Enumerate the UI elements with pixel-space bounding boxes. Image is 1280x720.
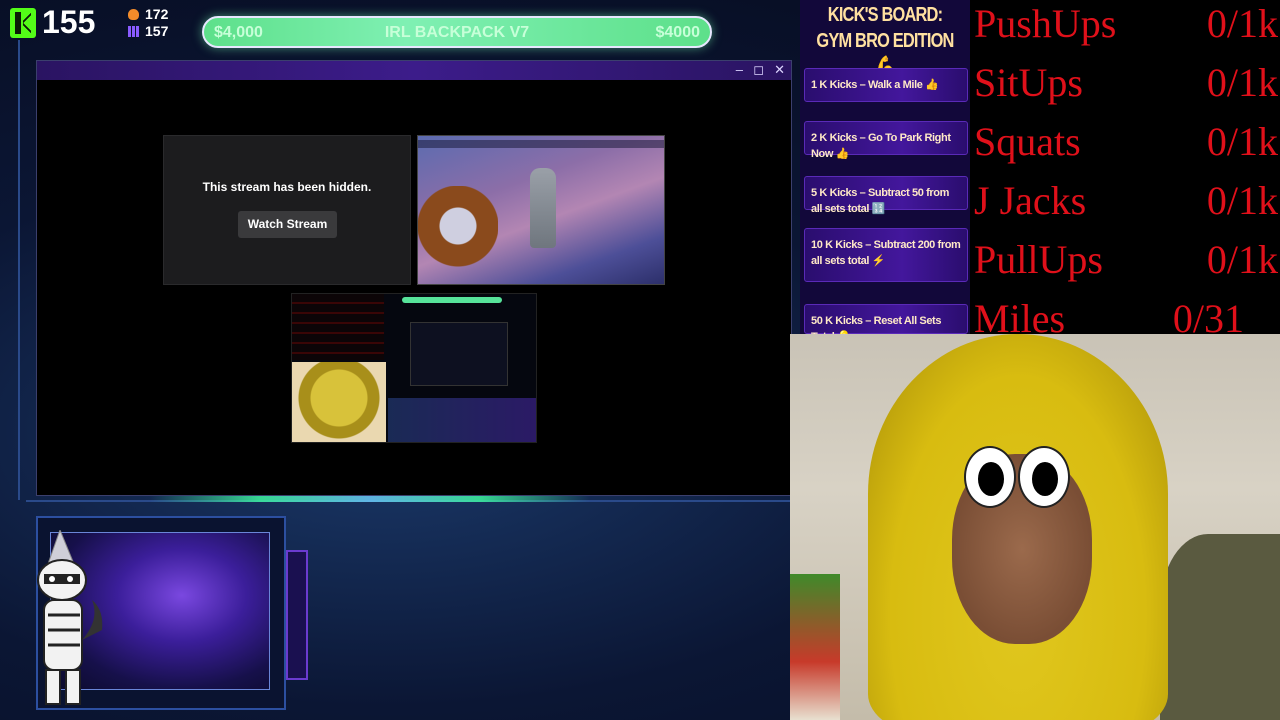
kicks-board: KICK'S BOARD: GYM BRO EDITION 💪 1 K Kick…: [800, 0, 970, 343]
vtuber-avatar-image: [418, 186, 498, 284]
tracker-row: SitUps 0/1k: [974, 59, 1278, 117]
watch-stream-button[interactable]: Watch Stream: [238, 211, 337, 238]
board-tier-1: 1 K Kicks – Walk a Mile 👍: [804, 68, 968, 102]
close-icon[interactable]: ✕: [774, 62, 785, 78]
bars-icon: [128, 26, 139, 37]
board-tier-3: 5 K Kicks – Subtract 50 from all sets to…: [804, 176, 968, 215]
kick-logo-icon: [10, 8, 36, 38]
fire-icon: [128, 9, 139, 20]
game-stream-thumbnail[interactable]: [417, 135, 665, 285]
subs-stat: 157: [128, 23, 168, 39]
hidden-stream-message: This stream has been hidden.: [202, 180, 372, 194]
webcam-shelf-items: [790, 574, 840, 720]
browser-window: – ◻ ✕ This stream has been hidden. Watch…: [36, 60, 792, 496]
nested-window-image: [410, 322, 508, 386]
glow-divider: [150, 496, 590, 502]
goal-right-amount: $4000: [655, 24, 701, 41]
webcam-feed: [790, 334, 1280, 720]
googly-eye-left-icon: [964, 446, 1016, 508]
googly-eye-right-icon: [1018, 446, 1070, 508]
fire-stat: 172: [128, 6, 168, 22]
exercise-name: PushUps: [974, 1, 1117, 46]
minimize-icon[interactable]: –: [736, 62, 743, 78]
frame-line-left: [18, 40, 20, 500]
exercise-progress: 0/1k: [1206, 119, 1278, 164]
exercise-progress: 0/1k: [1206, 178, 1278, 223]
panel-side-tab: [286, 550, 308, 680]
maximize-icon[interactable]: ◻: [753, 62, 764, 78]
tracker-row: J Jacks 0/1k: [974, 177, 1278, 235]
stream-overlay: { "topbar": { "kick_count": "155", "stat…: [0, 0, 1280, 720]
exercise-tracker: PushUps 0/1k SitUps 0/1k Squats 0/1k J J…: [970, 0, 1280, 341]
exercise-progress: 0/1k: [1206, 237, 1278, 282]
tracker-row: PullUps 0/1k: [974, 236, 1278, 294]
exercise-name: PullUps: [974, 237, 1103, 282]
exercise-name: Squats: [974, 119, 1081, 164]
subs-stat-value: 157: [145, 23, 169, 39]
donation-goal-bar: $4,000 IRL BACKPACK V7 $4000: [202, 16, 712, 48]
game-menu-bar: [418, 140, 664, 148]
fire-stat-value: 172: [145, 6, 169, 22]
robot-character-image: [530, 168, 556, 248]
exercise-progress: 0/1k: [1206, 60, 1278, 105]
tracker-row: Squats 0/1k: [974, 118, 1278, 176]
raccoon-mascot-icon: [37, 530, 103, 705]
nested-panel-image: [388, 398, 536, 442]
nested-webcam-image: [292, 362, 386, 442]
tracker-row: PushUps 0/1k: [974, 0, 1278, 58]
nested-stream-preview[interactable]: [291, 293, 537, 443]
goal-title: IRL BACKPACK V7: [384, 24, 530, 41]
exercise-name: SitUps: [974, 60, 1083, 105]
nested-goal-bar: [402, 297, 502, 303]
board-tier-5: 50 K Kicks – Reset All Sets Total 💡: [804, 304, 968, 343]
exercise-name: J Jacks: [974, 178, 1087, 223]
kick-follower-count: 155: [42, 4, 96, 40]
webcam-arm: [1160, 534, 1280, 720]
board-tier-2: 2 K Kicks – Go To Park Right Now 👍: [804, 121, 968, 160]
hidden-stream-card: This stream has been hidden. Watch Strea…: [163, 135, 411, 285]
exercise-progress: 0/1k: [1206, 1, 1278, 46]
nested-tracker-image: [292, 294, 384, 360]
board-tier-4: 10 K Kicks – Subtract 200 from all sets …: [804, 228, 968, 282]
window-titlebar[interactable]: – ◻ ✕: [37, 61, 791, 80]
